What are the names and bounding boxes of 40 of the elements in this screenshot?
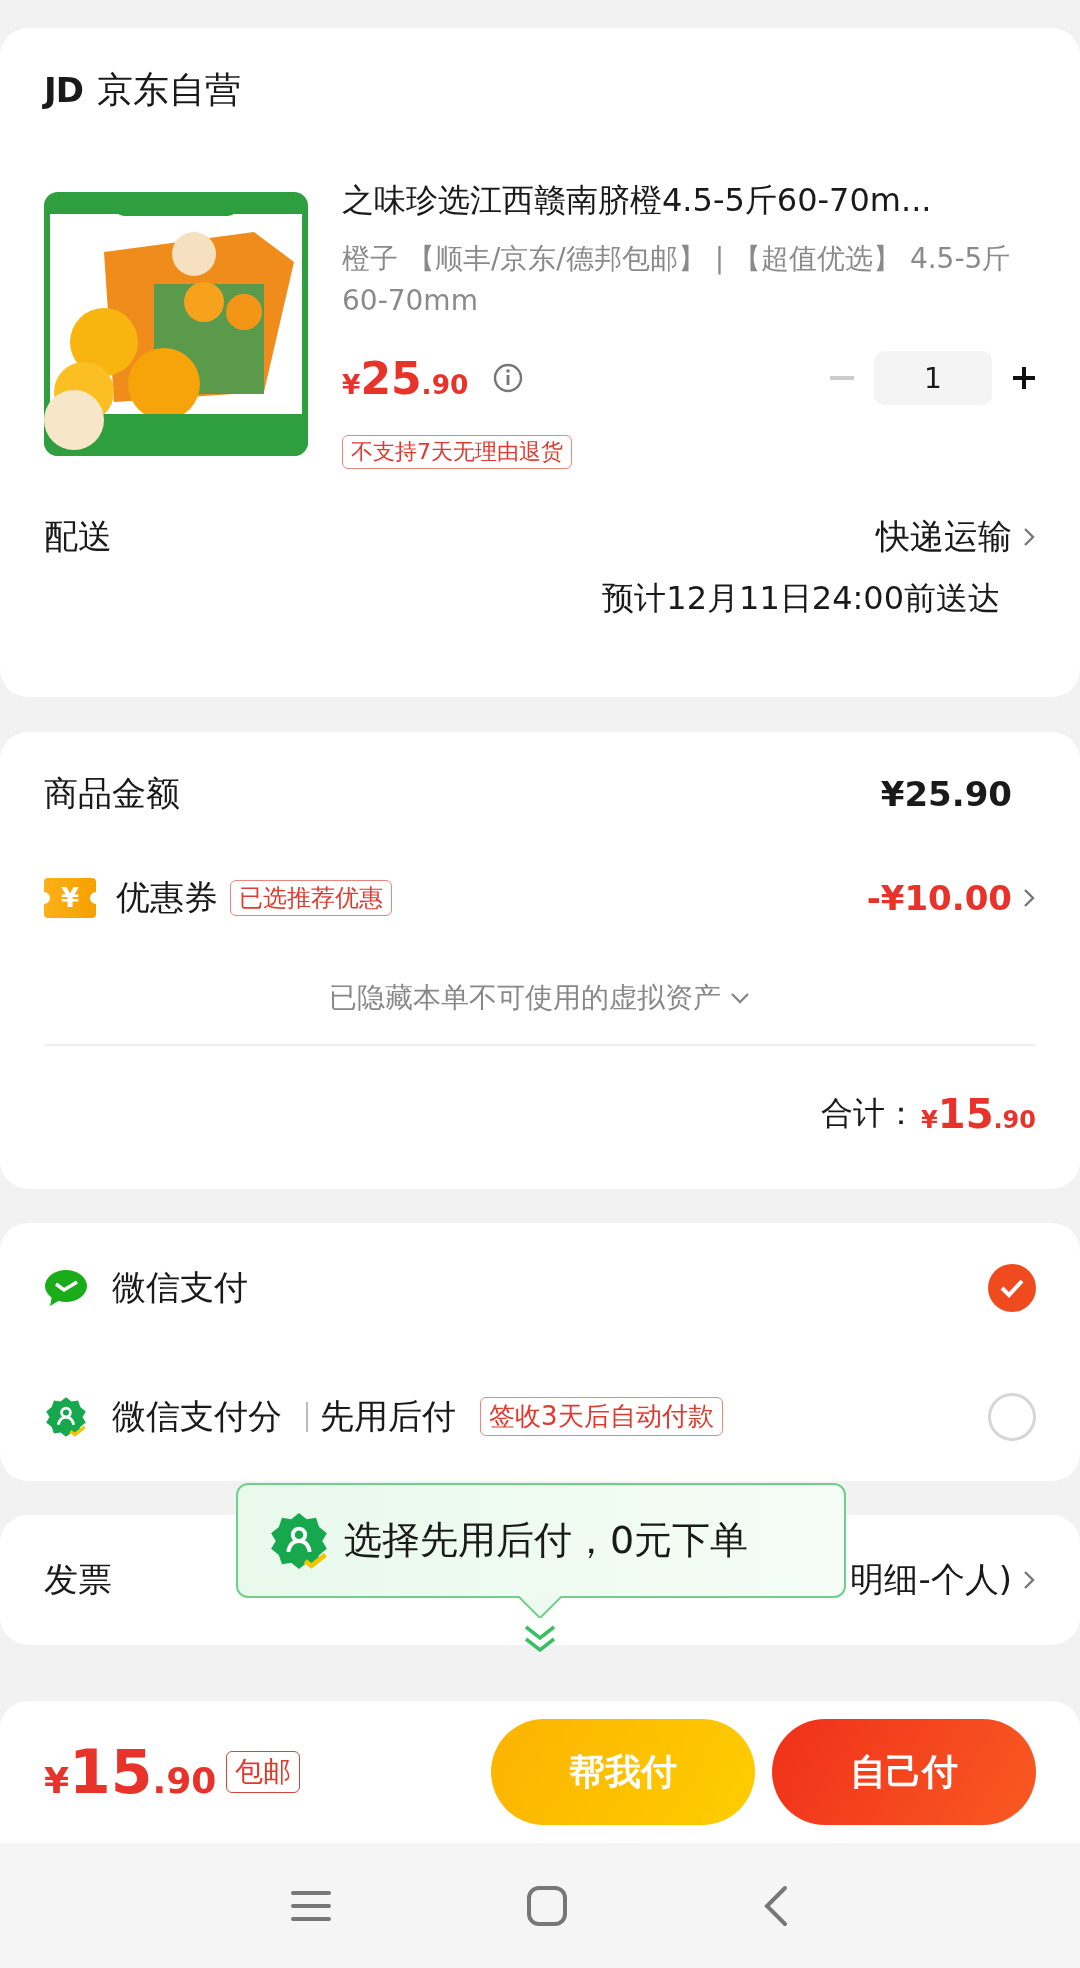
product-title[interactable]: 之味珍选江西赣南脐橙4.5-5斤60-70m...	[342, 178, 1036, 222]
quantity-field[interactable]: 1	[874, 351, 992, 405]
product-price: ¥25.90	[342, 352, 469, 404]
payment-method-name[interactable]: 微信支付	[112, 1264, 248, 1311]
plus-icon[interactable]	[1012, 366, 1036, 390]
radio-button[interactable]	[988, 1392, 1036, 1441]
return-policy-tag: 不支持7天无理由退货	[342, 435, 572, 469]
payment-method-name[interactable]: 微信支付分	[112, 1393, 282, 1440]
checkmark-icon	[999, 1277, 1025, 1298]
invoice-label: 发票	[44, 1558, 112, 1601]
coupon-label: 优惠券	[116, 876, 218, 919]
tooltip-text: 选择先用后付，0元下单	[344, 1517, 749, 1564]
total-label: 合计：	[821, 1093, 918, 1134]
goods-amount: ¥25.90	[880, 774, 1012, 814]
radio-button[interactable]	[988, 1263, 1036, 1312]
shipping-tag: 包邮	[226, 1751, 301, 1793]
info-icon[interactable]	[492, 362, 525, 394]
delivery-estimate: 预计12月11日24:00前送达	[602, 578, 1000, 619]
total-price: ¥15.90	[921, 1091, 1036, 1137]
delivery-label: 配送	[44, 515, 112, 558]
coupon-tag: 已选推荐优惠	[230, 880, 392, 916]
chevron-down-icon[interactable]	[729, 991, 751, 1005]
menu-icon[interactable]	[291, 1888, 331, 1923]
payment-method-subtitle: 先用后付	[320, 1394, 456, 1438]
chat-bubble-icon	[44, 1267, 88, 1308]
store-logo: JD	[44, 70, 83, 110]
delivery-method[interactable]: 快递运输	[876, 514, 1012, 560]
payment-tag: 签收3天后自动付款	[480, 1397, 723, 1436]
product-specs: 橙子 【顺丰/京东/德邦包邮】 | 【超值优选】 4.5-5斤60-70mm	[342, 241, 1012, 319]
hidden-assets-note[interactable]: 已隐藏本单不可使用的虚拟资产	[329, 979, 721, 1017]
store-name: 京东自营	[96, 67, 241, 112]
coupon-amount[interactable]: -¥10.00	[866, 878, 1012, 918]
order-total-price: ¥15.90	[44, 1737, 217, 1807]
double-chevron-down-icon	[522, 1624, 558, 1654]
invoice-value[interactable]: 明细-个人)	[850, 1557, 1012, 1603]
goods-amount-label: 商品金额	[44, 772, 180, 815]
coupon-icon: ¥	[44, 878, 96, 918]
pay-button[interactable]: 自己付	[772, 1719, 1036, 1825]
home-icon[interactable]	[526, 1884, 568, 1927]
back-icon[interactable]	[763, 1884, 789, 1927]
